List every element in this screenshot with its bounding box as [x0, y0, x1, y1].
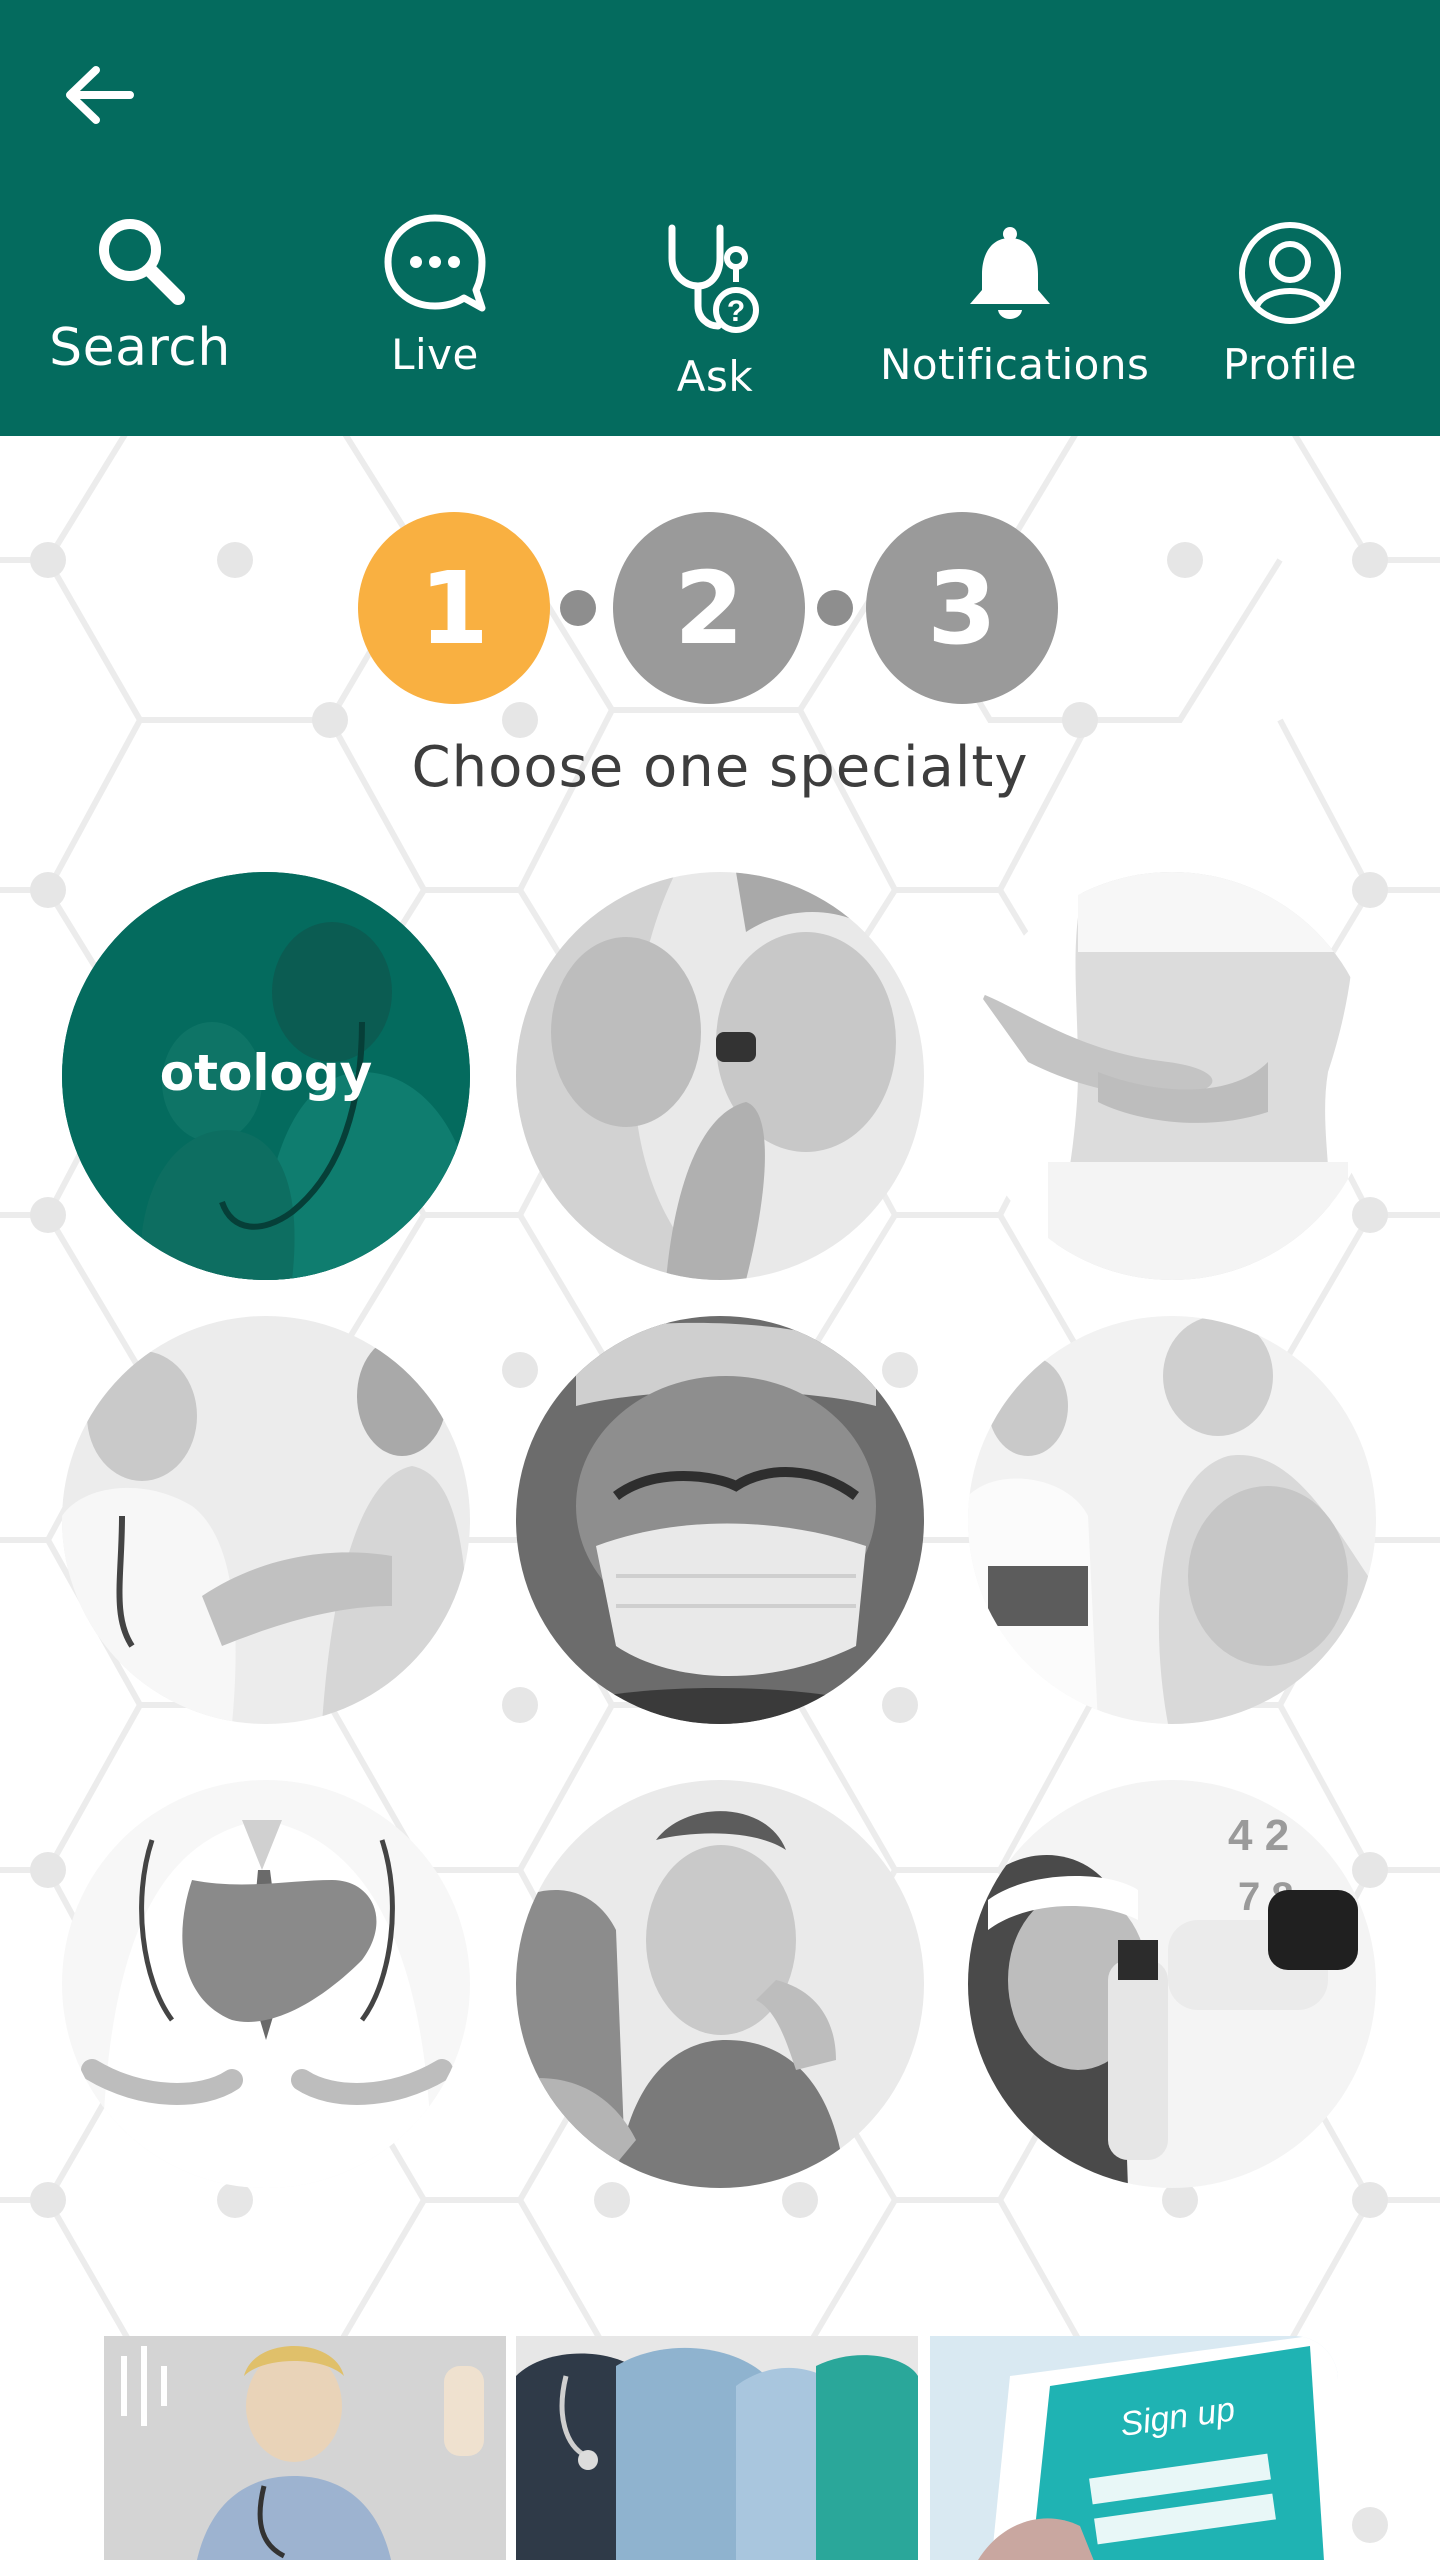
- dental-patient-photo: [516, 1780, 924, 2188]
- step-2-number: 2: [674, 549, 744, 667]
- step-connector-dot: [817, 590, 853, 626]
- top-header: Search Live ? Ask Notifications Profile: [0, 0, 1440, 436]
- step-1[interactable]: 1: [358, 512, 550, 704]
- nav-profile[interactable]: Profile: [1200, 220, 1380, 389]
- nav-profile-label: Profile: [1222, 340, 1358, 389]
- chat-bubble-icon: [384, 214, 486, 312]
- surgeon-mask-photo: [516, 1316, 924, 1724]
- back-button[interactable]: [60, 60, 140, 130]
- svg-text:?: ?: [727, 295, 745, 328]
- step-3[interactable]: 3: [866, 512, 1058, 704]
- instruction-text: Choose one specialty: [411, 735, 1029, 800]
- doctor-holding-liver-photo: [62, 1780, 470, 2188]
- step-3-number: 3: [927, 549, 997, 667]
- arrow-left-icon: [66, 66, 134, 124]
- doctor-taking-pulse-photo: [62, 1316, 470, 1724]
- abdomen-hands-photo: [968, 872, 1376, 1280]
- nav-search-label: Search: [49, 318, 231, 378]
- nav-ask-label: Ask: [676, 352, 754, 401]
- medical-team-photo: [516, 2336, 918, 2560]
- ear-exam-otoscope-photo: [516, 872, 924, 1280]
- specialty-tile-otology[interactable]: otology: [62, 872, 470, 1280]
- promo-card[interactable]: Sign up: [930, 2336, 1338, 2560]
- nurse-touchscreen-photo: [104, 2336, 506, 2560]
- pregnant-woman-ultrasound-photo: [968, 1316, 1376, 1724]
- specialty-tile[interactable]: [516, 1780, 924, 2188]
- specialty-tile[interactable]: [516, 872, 924, 1280]
- specialty-tile[interactable]: [62, 1316, 470, 1724]
- step-2[interactable]: 2: [613, 512, 805, 704]
- specialty-tile[interactable]: 4 2 7 8: [968, 1780, 1376, 2188]
- nav-ask[interactable]: ? Ask: [625, 222, 805, 401]
- svg-text:4 2: 4 2: [1228, 1811, 1289, 1860]
- tablet-sign-up-photo: Sign up: [930, 2336, 1338, 2560]
- nav-live-label: Live: [391, 330, 479, 379]
- nav-live[interactable]: Live: [345, 210, 525, 379]
- nav-notifications-label: Notifications: [880, 340, 1150, 389]
- nav-notifications[interactable]: Notifications: [880, 226, 1150, 389]
- specialty-tile[interactable]: [62, 1780, 470, 2188]
- stethoscope-question-icon: ?: [668, 224, 759, 333]
- step-1-number: 1: [419, 549, 489, 667]
- step-connector-dot: [560, 590, 596, 626]
- specialty-tile[interactable]: [516, 1316, 924, 1724]
- bell-icon: [970, 227, 1050, 319]
- promo-card[interactable]: [516, 2336, 918, 2560]
- specialty-tile[interactable]: [968, 1316, 1376, 1724]
- search-icon: [99, 219, 185, 305]
- specialty-tile[interactable]: [968, 872, 1376, 1280]
- specialty-label: otology: [159, 1044, 373, 1102]
- eye-exam-photo: 4 2 7 8: [968, 1780, 1376, 2188]
- promo-card[interactable]: [104, 2336, 506, 2560]
- user-circle-icon: [1239, 222, 1341, 324]
- nav-search[interactable]: Search: [40, 210, 240, 378]
